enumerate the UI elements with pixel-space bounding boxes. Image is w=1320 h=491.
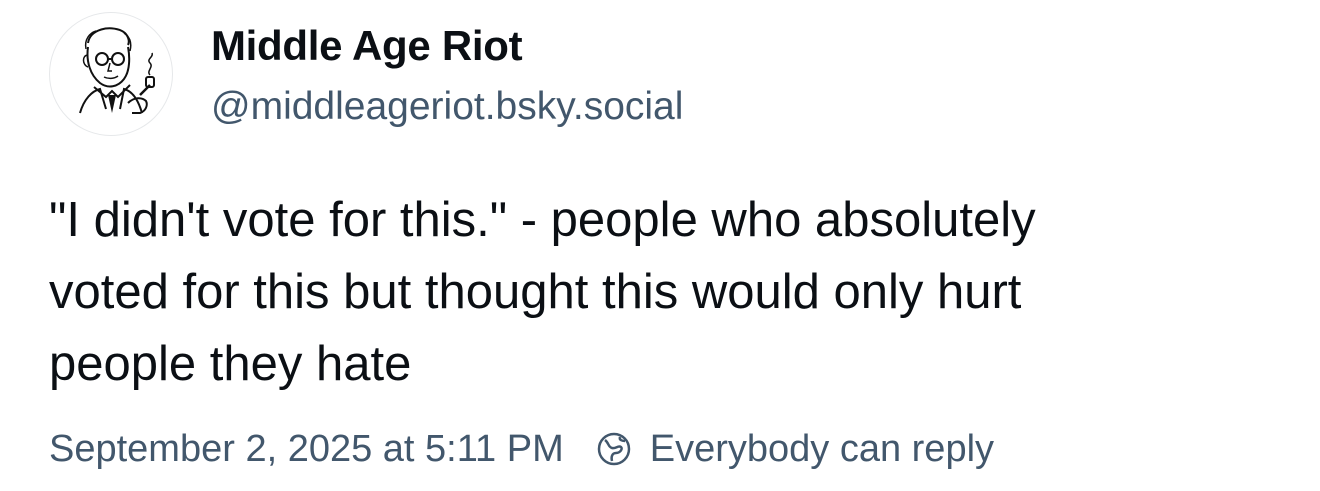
author-display-name[interactable]: Middle Age Riot bbox=[211, 20, 523, 72]
post-text-line: "I didn't vote for this." - people who a… bbox=[49, 193, 1036, 247]
man-with-pipe-icon bbox=[79, 27, 155, 114]
post-text-line: voted for this but thought this would on… bbox=[49, 265, 1022, 319]
post-meta: September 2, 2025 at 5:11 PM Everybody c… bbox=[49, 424, 994, 474]
reply-setting[interactable]: Everybody can reply bbox=[594, 424, 994, 474]
globe-icon bbox=[594, 429, 634, 469]
reply-setting-label: Everybody can reply bbox=[649, 428, 995, 470]
author-handle[interactable]: @middleageriot.bsky.social bbox=[211, 82, 683, 132]
post-text: "I didn't vote for this." - people who a… bbox=[49, 184, 1289, 400]
author-avatar[interactable] bbox=[49, 12, 173, 136]
post-timestamp[interactable]: September 2, 2025 at 5:11 PM bbox=[49, 424, 564, 474]
post-card: Middle Age Riot @middleageriot.bsky.soci… bbox=[0, 0, 1320, 491]
post-text-line: people they hate bbox=[49, 337, 412, 391]
